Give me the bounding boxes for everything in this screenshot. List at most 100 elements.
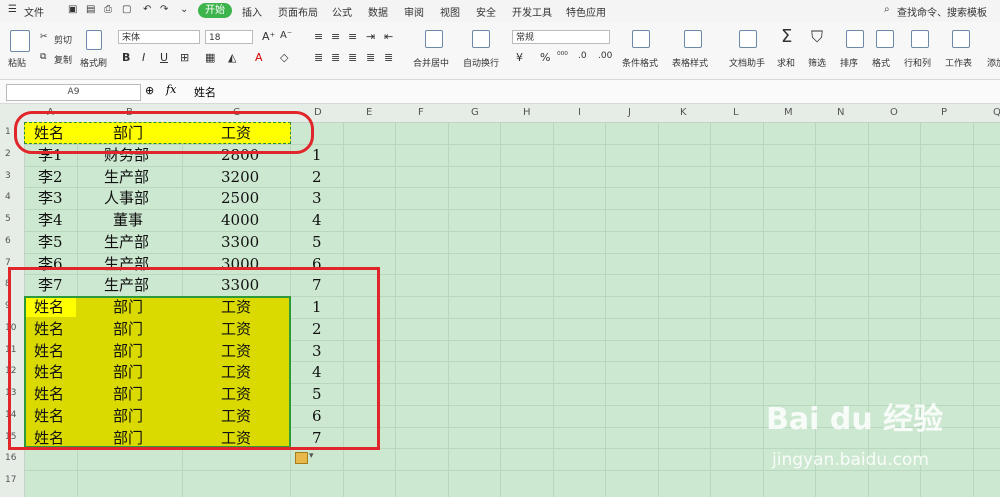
tab-review[interactable]: 审阅 xyxy=(404,4,424,19)
column-header[interactable]: G xyxy=(471,107,479,118)
table-style-button[interactable]: 表格样式 xyxy=(672,56,708,69)
cell-c6[interactable]: 3300 xyxy=(221,232,259,252)
thousands-icon[interactable]: ⁰⁰⁰ xyxy=(557,51,568,61)
row-header[interactable]: 5 xyxy=(5,214,11,224)
add-button[interactable]: 添加 xyxy=(987,56,1000,69)
row-header[interactable]: 3 xyxy=(5,171,11,181)
align-right-icon[interactable]: ≣ xyxy=(348,51,357,64)
row-header[interactable]: 17 xyxy=(5,475,16,485)
conditional-format-button[interactable]: 条件格式 xyxy=(622,56,658,69)
row-col-button[interactable]: 行和列 xyxy=(904,56,931,69)
column-header[interactable]: K xyxy=(680,107,687,118)
tab-start[interactable]: 开始 xyxy=(198,3,232,18)
export-icon[interactable]: ▤ xyxy=(86,4,95,15)
tab-developer[interactable]: 开发工具 xyxy=(512,4,552,19)
column-header[interactable]: H xyxy=(523,107,531,118)
table-style-icon[interactable] xyxy=(684,30,702,48)
align-middle-icon[interactable]: ≡ xyxy=(331,30,340,43)
increase-decimal-icon[interactable]: .0 xyxy=(578,51,587,61)
cell-d4[interactable]: 3 xyxy=(312,188,322,208)
cell-b3[interactable]: 生产部 xyxy=(104,167,149,187)
copy-button[interactable]: 复制 xyxy=(54,53,72,66)
worksheet-icon[interactable] xyxy=(952,30,970,48)
sort-icon[interactable] xyxy=(846,30,864,48)
sort-button[interactable]: 排序 xyxy=(840,56,858,69)
tab-data[interactable]: 数据 xyxy=(368,4,388,19)
eraser-icon[interactable]: ◇ xyxy=(280,51,288,64)
column-header[interactable]: O xyxy=(890,107,898,118)
command-search[interactable]: 查找命令、搜索模板 xyxy=(897,4,987,19)
font-name-select[interactable]: 宋体 xyxy=(118,30,200,44)
cell-a4[interactable]: 李3 xyxy=(38,188,63,208)
hamburger-icon[interactable]: ☰ xyxy=(8,4,17,15)
cell-b5[interactable]: 董事 xyxy=(113,210,143,230)
preview-icon[interactable]: ▢ xyxy=(122,4,131,15)
menu-file[interactable]: 文件 xyxy=(24,4,44,19)
cell-b6[interactable]: 生产部 xyxy=(104,232,149,252)
format-button[interactable]: 格式 xyxy=(872,56,890,69)
auto-wrap-button[interactable]: 自动换行 xyxy=(463,56,499,69)
font-color-icon[interactable]: A xyxy=(255,51,263,64)
currency-icon[interactable]: ¥ xyxy=(516,51,523,64)
undo-icon[interactable]: ↶ xyxy=(143,4,151,15)
italic-button[interactable]: I xyxy=(142,51,145,64)
bold-button[interactable]: B xyxy=(122,51,130,64)
cell-a5[interactable]: 李4 xyxy=(38,210,63,230)
row-header[interactable]: 6 xyxy=(5,236,11,246)
row-header[interactable]: 4 xyxy=(5,192,11,202)
column-header[interactable]: Q xyxy=(993,107,1000,118)
copy-icon[interactable]: ⧉ xyxy=(40,52,46,62)
zoom-icon[interactable]: ⊕ xyxy=(145,84,154,97)
outdent-icon[interactable]: ⇤ xyxy=(384,30,393,43)
row-header[interactable]: 2 xyxy=(5,149,11,159)
column-header[interactable]: I xyxy=(578,107,581,118)
save-icon[interactable]: ▣ xyxy=(68,4,77,15)
paste-options-icon[interactable] xyxy=(295,452,308,464)
paste-button[interactable]: 粘贴 xyxy=(8,56,26,69)
format-painter-icon[interactable] xyxy=(86,30,102,50)
column-header[interactable]: P xyxy=(941,107,947,118)
cell-b4[interactable]: 人事部 xyxy=(104,188,149,208)
filter-icon[interactable]: ⛉ xyxy=(811,27,823,47)
filter-button[interactable]: 筛选 xyxy=(808,56,826,69)
cell-a3[interactable]: 李2 xyxy=(38,167,63,187)
cell-c4[interactable]: 2500 xyxy=(221,188,259,208)
sum-icon[interactable]: Σ xyxy=(781,26,792,47)
paste-icon[interactable] xyxy=(10,30,30,52)
cell-d6[interactable]: 5 xyxy=(312,232,322,252)
format-painter-button[interactable]: 格式刷 xyxy=(80,56,107,69)
justify-icon[interactable]: ≣ xyxy=(366,51,375,64)
indent-icon[interactable]: ⇥ xyxy=(366,30,375,43)
border-icon[interactable]: ⊞ xyxy=(180,51,189,64)
shrink-font-icon[interactable]: A⁻ xyxy=(280,30,292,41)
doc-helper-icon[interactable] xyxy=(739,30,757,48)
tab-page-layout[interactable]: 页面布局 xyxy=(278,4,318,19)
font-size-select[interactable]: 18 xyxy=(205,30,253,44)
conditional-format-icon[interactable] xyxy=(632,30,650,48)
worksheet-button[interactable]: 工作表 xyxy=(945,56,972,69)
percent-button[interactable]: % xyxy=(540,51,550,64)
merge-center-icon[interactable] xyxy=(425,30,443,48)
formula-input[interactable]: 姓名 xyxy=(194,84,216,100)
fill-color-icon[interactable]: ◭ xyxy=(228,51,236,64)
align-bottom-icon[interactable]: ≡ xyxy=(348,30,357,43)
tab-special[interactable]: 特色应用 xyxy=(566,4,606,19)
cell-c3[interactable]: 3200 xyxy=(221,167,259,187)
row-col-icon[interactable] xyxy=(911,30,929,48)
print-icon[interactable]: ⎙ xyxy=(104,4,112,15)
font-style-icon[interactable]: ▦ xyxy=(205,51,215,64)
column-header[interactable]: N xyxy=(837,107,844,118)
row-header[interactable]: 16 xyxy=(5,453,16,463)
redo-icon[interactable]: ↷ xyxy=(160,4,168,15)
merge-center-button[interactable]: 合并居中 xyxy=(413,56,449,69)
cell-c5[interactable]: 4000 xyxy=(221,210,259,230)
underline-button[interactable]: U xyxy=(160,51,168,64)
search-icon[interactable]: ⌕ xyxy=(884,4,890,15)
tab-view[interactable]: 视图 xyxy=(440,4,460,19)
column-header[interactable]: L xyxy=(733,107,739,118)
scissors-icon[interactable]: ✂ xyxy=(40,32,48,42)
column-header[interactable]: J xyxy=(628,107,631,118)
cell-d5[interactable]: 4 xyxy=(312,210,322,230)
tab-security[interactable]: 安全 xyxy=(476,4,496,19)
cell-d3[interactable]: 2 xyxy=(312,167,322,187)
